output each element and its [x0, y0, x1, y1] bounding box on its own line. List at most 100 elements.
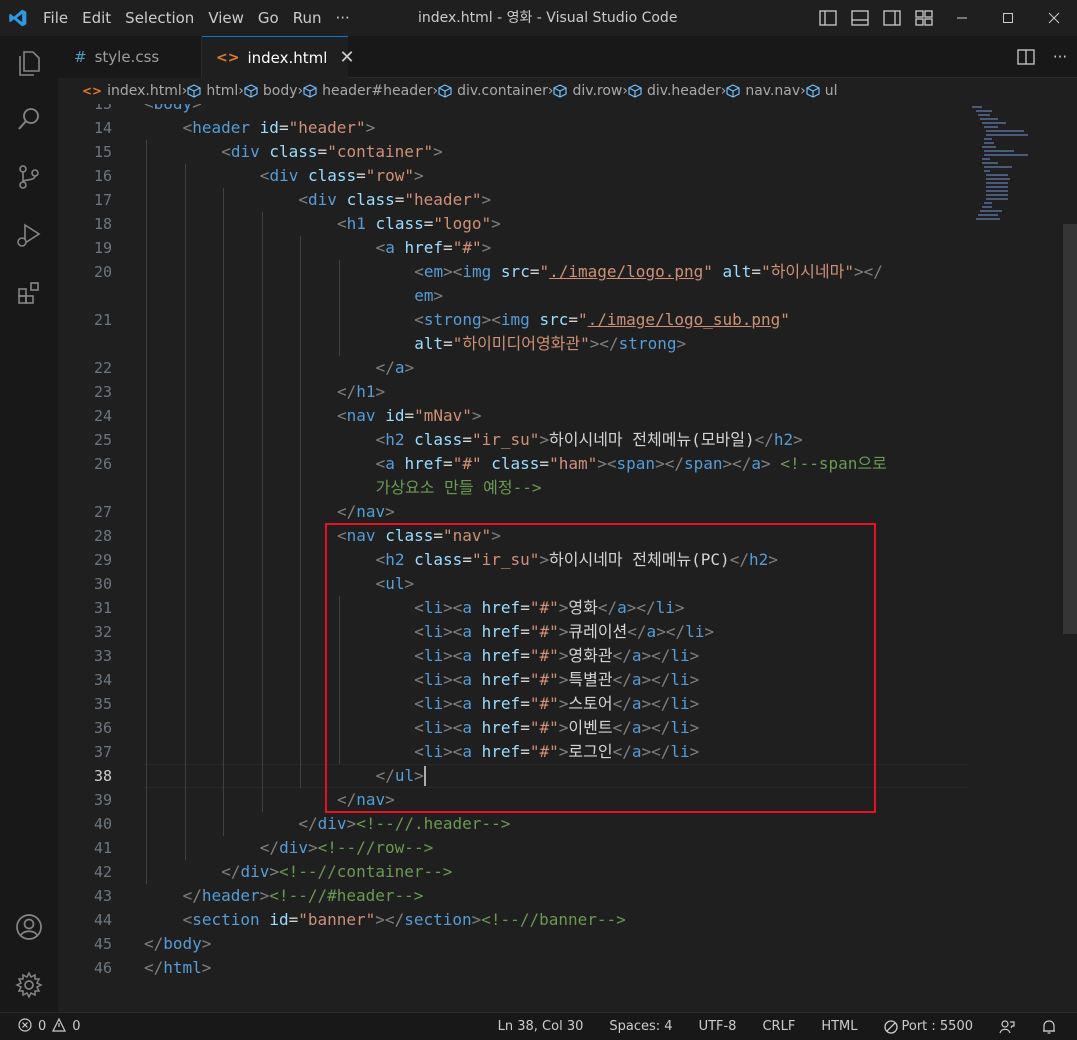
menu-edit[interactable]: Edit [75, 0, 118, 36]
code-line: <h2 class="ir_su">하이시네마 전체메뉴(모바일)</h2> [375, 430, 803, 449]
code-line: </nav> [337, 502, 395, 521]
code-editor[interactable]: 13 14 15 16 17 18 19 20 21 22 23 24 25 26 27 28 29 30 31 32… [58, 104, 1077, 1012]
breadcrumb-item[interactable]: div.header [628, 83, 721, 99]
code-line: <header id="header"> [182, 118, 376, 137]
toggle-panel-icon[interactable] [850, 8, 870, 28]
breadcrumb-label: div.header [646, 83, 721, 99]
line-number: 15 [93, 143, 112, 161]
toggle-secondary-sidebar-icon[interactable] [882, 8, 902, 28]
vscode-logo-icon [0, 0, 36, 36]
line-number: 35 [93, 695, 112, 713]
breadcrumb-item[interactable]: div.container [438, 83, 548, 99]
line-number: 26 [93, 455, 112, 473]
code-line: </div><!--//.header--> [298, 814, 511, 833]
menu-more[interactable]: ··· [329, 0, 357, 36]
breadcrumb-item[interactable]: body [244, 83, 298, 99]
css-hash-icon: # [74, 48, 87, 66]
breadcrumb-item[interactable]: nav.nav [726, 83, 800, 99]
extensions-icon[interactable] [10, 274, 48, 312]
vertical-scrollbar[interactable] [1063, 224, 1077, 634]
symbol-cube-icon [726, 84, 740, 98]
split-editor-icon[interactable] [1009, 49, 1043, 65]
problems-indicator[interactable]: 0 0 [18, 1017, 81, 1036]
tab-index-html[interactable]: <> index.html ✕ [202, 36, 355, 78]
code-line: <div class="header"> [298, 190, 492, 209]
source-control-icon[interactable] [10, 158, 48, 196]
run-and-debug-icon[interactable] [10, 216, 48, 254]
title-bar: File Edit Selection View Go Run ··· inde… [0, 0, 1077, 36]
more-actions-icon[interactable]: ··· [1043, 48, 1077, 66]
close-window-icon[interactable] [1031, 0, 1077, 36]
code-line: </div><!--//container--> [221, 862, 453, 881]
menu-view[interactable]: View [201, 0, 251, 36]
menu-selection[interactable]: Selection [118, 0, 201, 36]
line-number: 45 [93, 935, 112, 953]
symbol-cube-icon [187, 84, 201, 98]
error-count: 0 [38, 1019, 47, 1034]
line-number: 46 [93, 959, 112, 977]
code-line: <div class="row"> [259, 166, 424, 185]
breadcrumb-label: ul [824, 83, 838, 99]
maximize-icon[interactable] [985, 0, 1031, 36]
indent-guide [223, 188, 225, 836]
menu-go[interactable]: Go [251, 0, 286, 36]
code-line-wrapped: alt="하이미디어영화관"></strong> [414, 334, 687, 353]
editor-tabs: # style.css <> index.html ✕ ··· [58, 36, 1077, 78]
code-line: <nav id="mNav"> [337, 406, 482, 425]
code-line: <strong><img src="./image/logo_sub.png" [414, 310, 790, 329]
close-tab-icon[interactable]: ✕ [339, 47, 354, 68]
breadcrumb-item[interactable]: <> index.html [82, 83, 182, 99]
line-number: 29 [93, 551, 112, 569]
code-line: </h1> [337, 382, 386, 401]
notifications-bell-icon[interactable] [1041, 1019, 1057, 1035]
breadcrumb-item[interactable]: ul [806, 83, 838, 99]
code-line: <section id="banner"></section><!--//ban… [182, 910, 626, 929]
line-number: 21 [93, 311, 112, 329]
tab-label: index.html [247, 48, 328, 67]
breadcrumb-item[interactable]: html [187, 83, 238, 99]
text-cursor [423, 766, 426, 786]
editor-actions: ··· [1009, 36, 1077, 78]
language-mode[interactable]: HTML [821, 1019, 857, 1034]
breadcrumb-item[interactable]: div.row [553, 83, 622, 99]
window-title: index.html - 영화 - Visual Studio Code [418, 10, 678, 26]
line-number: 36 [93, 719, 112, 737]
feedback-icon[interactable] [999, 1019, 1015, 1035]
line-number: 38 [93, 767, 112, 785]
breadcrumb-item[interactable]: header#header [303, 83, 432, 99]
explorer-icon[interactable] [10, 44, 48, 82]
code-line: <a href="#"> [375, 238, 492, 257]
port-label: Port : 5500 [901, 1019, 974, 1034]
minimap[interactable] [972, 104, 1062, 224]
line-number: 13 [93, 104, 112, 113]
breadcrumb: <> index.html › html › body › header#header › div… [58, 78, 1077, 104]
code-line: </html> [144, 958, 212, 977]
activity-bar [0, 36, 58, 1012]
encoding[interactable]: UTF-8 [699, 1019, 737, 1034]
code-line: <body> [144, 104, 202, 116]
customize-layout-icon[interactable] [914, 8, 934, 28]
accounts-icon[interactable] [10, 908, 48, 946]
toggle-primary-sidebar-icon[interactable] [818, 8, 838, 28]
tab-style-css[interactable]: # style.css [58, 36, 202, 78]
end-of-line[interactable]: CRLF [762, 1019, 795, 1034]
indent-guide [339, 260, 340, 356]
search-icon[interactable] [10, 100, 48, 138]
code-line: </div><!--//row--> [259, 838, 434, 857]
manage-gear-icon[interactable] [10, 966, 48, 1004]
menu-file[interactable]: File [36, 0, 75, 36]
live-server-port[interactable]: Port : 5500 [883, 1019, 974, 1034]
line-number: 24 [93, 407, 112, 425]
symbol-cube-icon [303, 84, 317, 98]
line-number: 37 [93, 743, 112, 761]
line-number: 23 [93, 383, 112, 401]
tab-label: style.css [94, 48, 160, 66]
line-number: 19 [93, 239, 112, 257]
minimize-icon[interactable] [939, 0, 985, 36]
indentation[interactable]: Spaces: 4 [609, 1019, 672, 1034]
cursor-position[interactable]: Ln 38, Col 30 [498, 1019, 584, 1034]
menu-run[interactable]: Run [286, 0, 329, 36]
layout-controls [818, 8, 934, 28]
code-line: <a href="#" class="ham"><span></span></a… [375, 454, 887, 473]
menu-bar: File Edit Selection View Go Run ··· [36, 0, 357, 36]
